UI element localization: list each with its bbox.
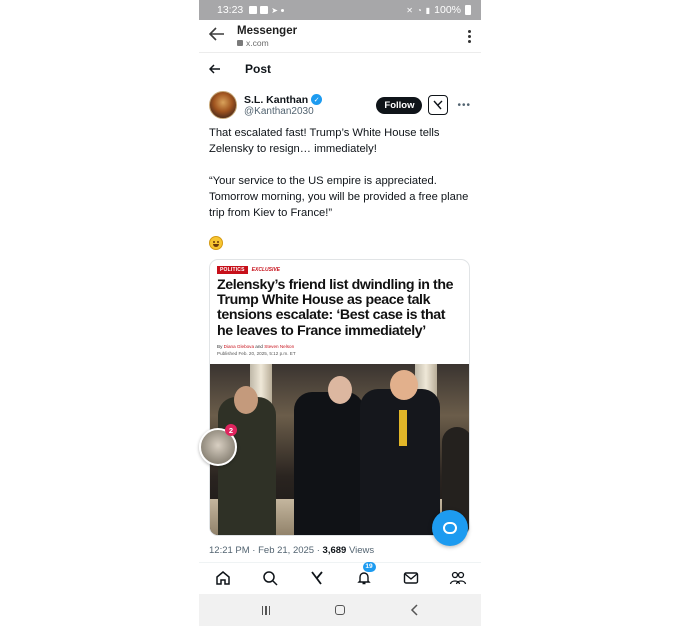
tag-politics: POLITICS bbox=[217, 266, 248, 274]
battery-percent: 100% bbox=[434, 4, 461, 16]
checkbox-notification-icon bbox=[249, 6, 258, 14]
gallery-notification-icon bbox=[260, 6, 269, 14]
more-notifications-icon bbox=[280, 8, 284, 12]
grok-nav-icon[interactable] bbox=[305, 568, 329, 588]
in-app-browser-bar: Messenger x.com bbox=[199, 20, 481, 53]
communities-icon[interactable] bbox=[446, 568, 470, 588]
post-more-icon[interactable]: ••• bbox=[457, 100, 471, 111]
author-names: S.L. Kanthan ✓ @Kanthan2030 bbox=[244, 94, 376, 117]
messages-envelope-icon[interactable] bbox=[399, 568, 423, 588]
status-right: ✕ ◔ ▮ 100% bbox=[406, 4, 471, 16]
laughing-face-emoji-icon bbox=[209, 236, 223, 250]
system-back-icon[interactable] bbox=[410, 604, 418, 616]
post-title: Post bbox=[245, 62, 272, 76]
telegram-notification-icon: ➤ bbox=[271, 5, 278, 15]
tweet-paragraph-1: That escalated fast! Trump’s White House… bbox=[209, 127, 440, 155]
photo-head-right bbox=[390, 370, 418, 400]
byline-author-1: Diana Glebova bbox=[223, 343, 255, 349]
post-meta: 12:21 PM · Feb 21, 2025 · 3,689 Views bbox=[209, 545, 374, 556]
chat-head-badge: 2 bbox=[225, 424, 237, 436]
browser-titles: Messenger x.com bbox=[237, 25, 468, 48]
back-arrow-icon[interactable] bbox=[208, 26, 227, 46]
browser-title: Messenger bbox=[237, 24, 298, 37]
photo-person-left bbox=[218, 397, 276, 535]
status-time: 13:23 bbox=[217, 4, 244, 16]
wifi-icon: ◔ bbox=[416, 5, 422, 15]
grok-icon[interactable] bbox=[428, 95, 449, 115]
photo-person-center bbox=[294, 392, 364, 535]
follow-button[interactable]: Follow bbox=[376, 96, 423, 114]
chat-bubble-icon bbox=[443, 522, 457, 534]
lock-icon bbox=[237, 39, 243, 46]
tweet-paragraph-2: “Your service to the US empire is apprec… bbox=[209, 175, 469, 219]
tag-exclusive: EXCLUSIVE bbox=[251, 267, 281, 273]
photo-tie bbox=[399, 410, 407, 446]
article-tags: POLITICS EXCLUSIVE bbox=[217, 266, 463, 274]
tweet-text: That escalated fast! Trump’s White House… bbox=[209, 125, 471, 237]
more-options-icon[interactable] bbox=[468, 29, 471, 43]
photo-head-center bbox=[328, 376, 352, 404]
bottom-nav: 19 bbox=[199, 561, 481, 592]
notifications-bell-icon[interactable]: 19 bbox=[352, 561, 376, 588]
author-avatar[interactable] bbox=[209, 91, 237, 119]
verified-badge-icon: ✓ bbox=[311, 94, 323, 105]
article-byline: By Diana Glebova and Steven Nelson bbox=[217, 344, 463, 349]
url-text: x.com bbox=[246, 37, 269, 48]
name-row: S.L. Kanthan ✓ bbox=[244, 94, 376, 106]
article-published: Published Feb. 20, 2025, 5:12 p.m. ET bbox=[217, 350, 296, 356]
notification-icons: ➤ bbox=[249, 6, 284, 15]
views-count: 3,689 bbox=[322, 545, 347, 556]
post-timestamp: 12:21 PM · Feb 21, 2025 · bbox=[209, 545, 323, 556]
notifications-badge: 19 bbox=[362, 561, 376, 572]
article-headline: Zelensky’s friend list dwindling in the … bbox=[217, 277, 454, 339]
media-card[interactable]: POLITICS EXCLUSIVE Zelensky’s friend lis… bbox=[209, 259, 470, 536]
status-bar: 13:23 ➤ ✕ ◔ ▮ 100% bbox=[199, 0, 481, 20]
views-label: Views bbox=[346, 545, 375, 556]
post-back-arrow-icon[interactable] bbox=[208, 62, 235, 77]
author-row: S.L. Kanthan ✓ @Kanthan2030 Follow ••• bbox=[209, 89, 471, 121]
battery-icon bbox=[465, 5, 471, 15]
author-name[interactable]: S.L. Kanthan bbox=[244, 94, 308, 106]
byline-author-2: Steven Nelson bbox=[264, 343, 295, 349]
recents-icon[interactable] bbox=[261, 605, 271, 615]
byline-and: and bbox=[254, 343, 265, 349]
mute-icon: ✕ bbox=[406, 5, 413, 15]
author-handle[interactable]: @Kanthan2030 bbox=[244, 106, 376, 117]
search-icon[interactable] bbox=[258, 568, 282, 588]
reply-fab-button[interactable] bbox=[432, 510, 468, 546]
article-screenshot: POLITICS EXCLUSIVE Zelensky’s friend lis… bbox=[210, 260, 469, 364]
article-photo bbox=[210, 364, 469, 535]
photo-head-left bbox=[234, 386, 258, 414]
post-header: Post bbox=[199, 55, 481, 83]
signal-icon: ▮ bbox=[425, 5, 431, 15]
system-nav-bar bbox=[199, 594, 481, 626]
home-icon[interactable] bbox=[211, 568, 235, 588]
url-row: x.com bbox=[237, 38, 468, 48]
home-button-icon[interactable] bbox=[335, 605, 346, 615]
byline-prefix: By bbox=[217, 343, 224, 349]
